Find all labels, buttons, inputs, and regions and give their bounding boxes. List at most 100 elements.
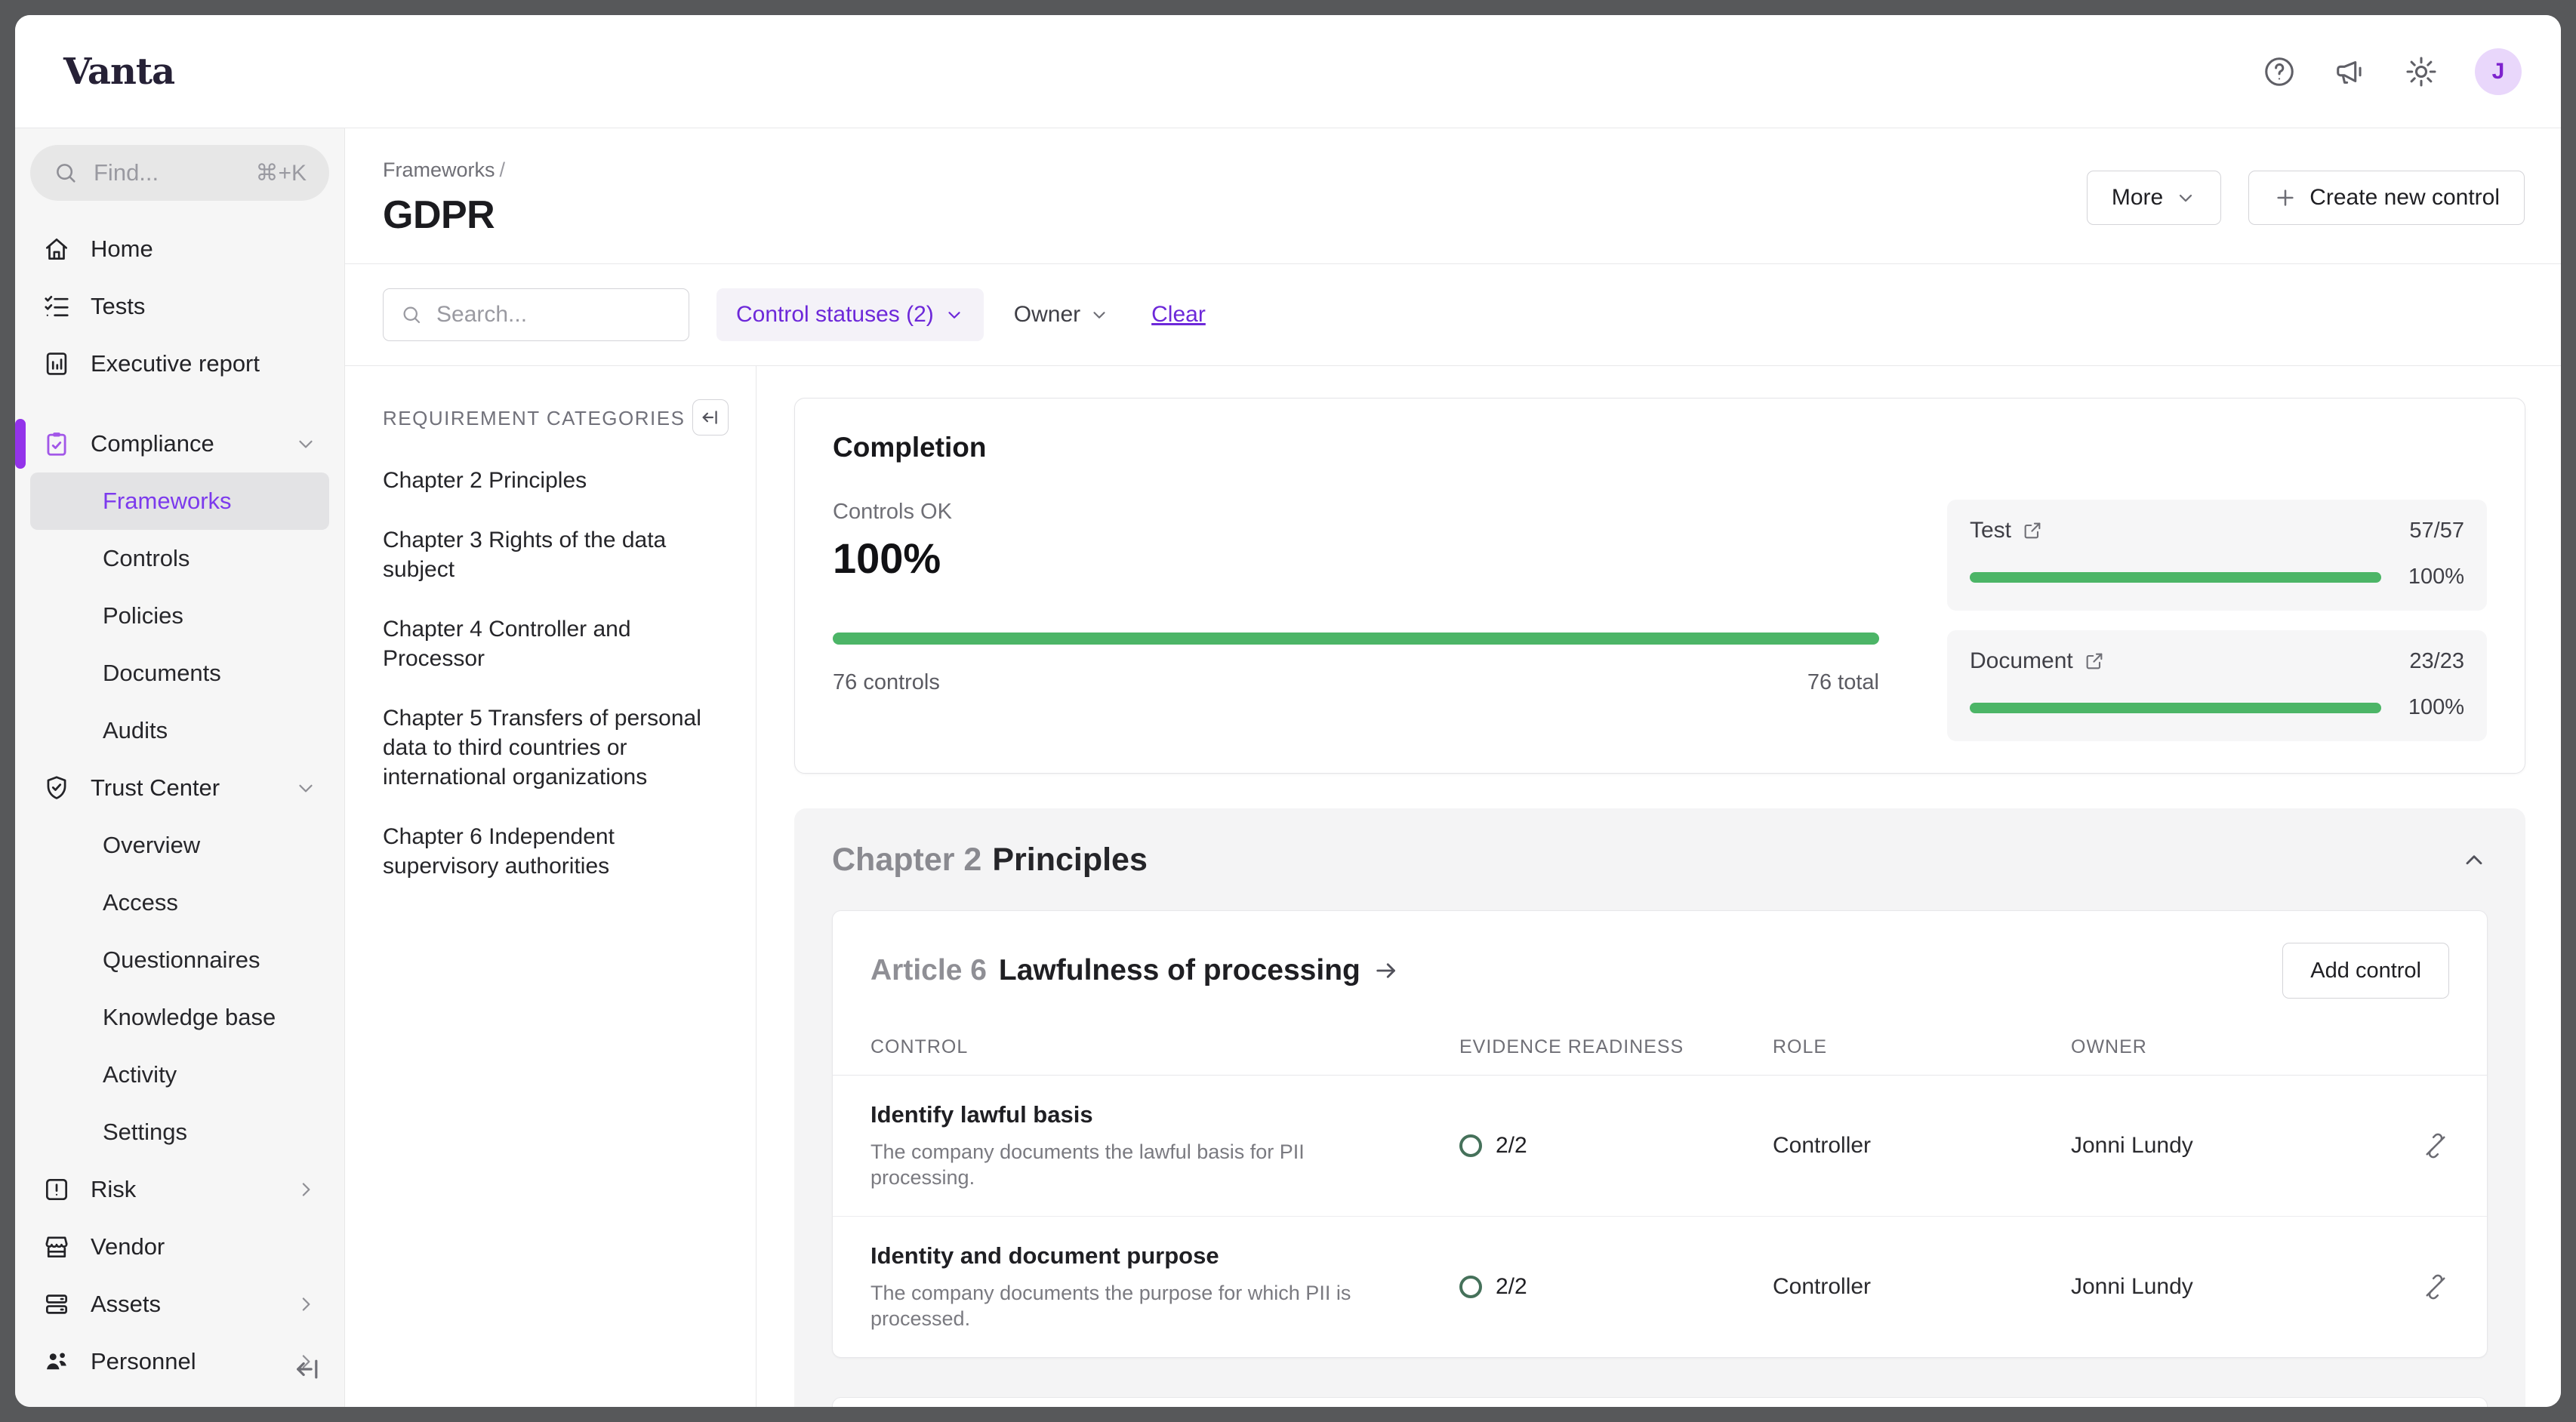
- table-header: CONTROL EVIDENCE READINESS ROLE OWNER: [833, 1015, 2487, 1076]
- controls-total: 76 total: [1807, 670, 1879, 695]
- document-count: 23/23: [2409, 649, 2464, 674]
- sidebar-item-questionnaires[interactable]: Questionnaires: [30, 931, 329, 989]
- storefront-icon: [42, 1233, 71, 1261]
- sidebar-item-compliance[interactable]: Compliance: [30, 415, 329, 472]
- compliance-clipboard-icon: [42, 429, 71, 458]
- sidebar-item-audits[interactable]: Audits: [30, 702, 329, 759]
- active-section-indicator: [15, 419, 26, 469]
- external-link-icon: [2084, 651, 2105, 672]
- sidebar-item-frameworks[interactable]: Frameworks: [30, 472, 329, 530]
- category-item[interactable]: Chapter 5 Transfers of personal data to …: [383, 703, 729, 792]
- main-area: Frameworks/ GDPR More Create new control: [345, 128, 2561, 1407]
- category-item[interactable]: Chapter 3 Rights of the data subject: [383, 525, 729, 584]
- sidebar-item-assets[interactable]: Assets: [30, 1276, 329, 1333]
- announcements-megaphone-icon[interactable]: [2333, 54, 2368, 89]
- column-owner: OWNER: [2071, 1036, 2384, 1058]
- owner-cell: Jonni Lundy: [2071, 1133, 2384, 1159]
- chevron-right-icon: [294, 1293, 317, 1316]
- chapter-2-section: Chapter 2Principles Article: [794, 808, 2525, 1407]
- control-name: Identity and document purpose: [870, 1242, 1459, 1270]
- plus-icon: [2273, 186, 2297, 210]
- document-progress-bar: [1970, 703, 2381, 713]
- breadcrumb[interactable]: Frameworks/: [383, 159, 505, 182]
- column-role: ROLE: [1773, 1036, 2071, 1058]
- sidebar-item-executive-report[interactable]: Executive report: [30, 335, 329, 392]
- search-icon: [400, 303, 423, 326]
- find-input[interactable]: [94, 159, 240, 186]
- app-window: Vanta J ⌘+K: [15, 15, 2561, 1407]
- sidebar: ⌘+K Home Tests Executive report: [15, 128, 345, 1407]
- chevron-down-icon: [1089, 305, 1109, 325]
- sidebar-item-vendor[interactable]: Vendor: [30, 1218, 329, 1276]
- control-description: The company documents the purpose for wh…: [870, 1280, 1354, 1331]
- chevron-down-icon: [2175, 187, 2196, 208]
- test-progress-bar: [1970, 572, 2381, 583]
- category-item[interactable]: Chapter 4 Controller and Processor: [383, 614, 729, 673]
- shield-check-icon: [42, 774, 71, 802]
- sidebar-collapse-icon[interactable]: [293, 1354, 323, 1384]
- sidebar-item-knowledge-base[interactable]: Knowledge base: [30, 989, 329, 1046]
- help-icon[interactable]: [2262, 54, 2297, 89]
- risk-alert-icon: [42, 1175, 71, 1204]
- create-new-control-button[interactable]: Create new control: [2248, 171, 2525, 225]
- article-6-title[interactable]: Article 6 Lawfulness of processing: [870, 954, 1400, 987]
- categories-title: REQUIREMENT CATEGORIES: [383, 407, 685, 430]
- sidebar-item-tests[interactable]: Tests: [30, 278, 329, 335]
- category-item[interactable]: Chapter 6 Independent supervisory author…: [383, 822, 729, 881]
- evidence-ring-icon: [1459, 1134, 1482, 1157]
- sidebar-item-access[interactable]: Access: [30, 874, 329, 931]
- desktop-background: Vanta J ⌘+K: [0, 0, 2576, 1422]
- document-link[interactable]: Document: [1970, 648, 2105, 674]
- control-statuses-filter[interactable]: Control statuses (2): [716, 288, 984, 341]
- evidence-count: 2/2: [1496, 1274, 1527, 1300]
- collapse-left-icon: [700, 407, 721, 428]
- add-control-button[interactable]: Add control: [2282, 943, 2449, 999]
- test-count: 57/57: [2409, 519, 2464, 543]
- document-progress-card: Document 23/23 100%: [1947, 630, 2487, 741]
- chevron-right-icon: [294, 1178, 317, 1201]
- sidebar-item-personnel[interactable]: Personnel: [30, 1333, 329, 1390]
- owner-filter[interactable]: Owner: [1014, 302, 1109, 328]
- home-icon: [42, 235, 71, 263]
- panel-collapse-button[interactable]: [692, 399, 729, 436]
- controls-search[interactable]: [383, 288, 689, 341]
- sidebar-item-policies[interactable]: Policies: [30, 587, 329, 645]
- chevron-up-icon[interactable]: [2460, 847, 2488, 874]
- test-percent: 100%: [2399, 565, 2464, 589]
- topbar: Vanta J: [15, 15, 2561, 128]
- sidebar-item-documents[interactable]: Documents: [30, 645, 329, 702]
- checklist-icon: [42, 292, 71, 321]
- test-link[interactable]: Test: [1970, 518, 2043, 543]
- global-search[interactable]: ⌘+K: [30, 145, 329, 201]
- chevron-down-icon: [944, 305, 964, 325]
- table-row[interactable]: Identify lawful basis The company docume…: [833, 1076, 2487, 1217]
- completion-title: Completion: [833, 432, 2487, 463]
- evidence-ring-icon: [1459, 1276, 1482, 1298]
- evidence-count: 2/2: [1496, 1133, 1527, 1159]
- controls-search-input[interactable]: [436, 302, 672, 328]
- column-control: CONTROL: [870, 1036, 1459, 1058]
- sidebar-item-settings[interactable]: Settings: [30, 1103, 329, 1161]
- sidebar-item-trust-center[interactable]: Trust Center: [30, 759, 329, 817]
- controls-ok-label: Controls OK: [833, 500, 1879, 525]
- server-icon: [42, 1290, 71, 1319]
- document-percent: 100%: [2399, 695, 2464, 720]
- control-name: Identify lawful basis: [870, 1101, 1459, 1128]
- controls-count: 76 controls: [833, 670, 940, 695]
- clear-filters-link[interactable]: Clear: [1151, 302, 1206, 328]
- sidebar-item-controls[interactable]: Controls: [30, 530, 329, 587]
- user-avatar[interactable]: J: [2475, 48, 2522, 95]
- article-6-card: Article 6 Lawfulness of processing Add c…: [832, 910, 2488, 1358]
- unlink-icon[interactable]: [2422, 1132, 2449, 1159]
- settings-gear-icon[interactable]: [2404, 54, 2439, 89]
- chevron-down-icon: [294, 432, 317, 455]
- table-row[interactable]: Identity and document purpose The compan…: [833, 1217, 2487, 1357]
- sidebar-item-home[interactable]: Home: [30, 220, 329, 278]
- sidebar-item-risk[interactable]: Risk: [30, 1161, 329, 1218]
- sidebar-item-activity[interactable]: Activity: [30, 1046, 329, 1103]
- role-cell: Controller: [1773, 1133, 2071, 1159]
- unlink-icon[interactable]: [2422, 1273, 2449, 1300]
- sidebar-item-overview[interactable]: Overview: [30, 817, 329, 874]
- more-button[interactable]: More: [2087, 171, 2221, 225]
- category-item[interactable]: Chapter 2 Principles: [383, 466, 729, 495]
